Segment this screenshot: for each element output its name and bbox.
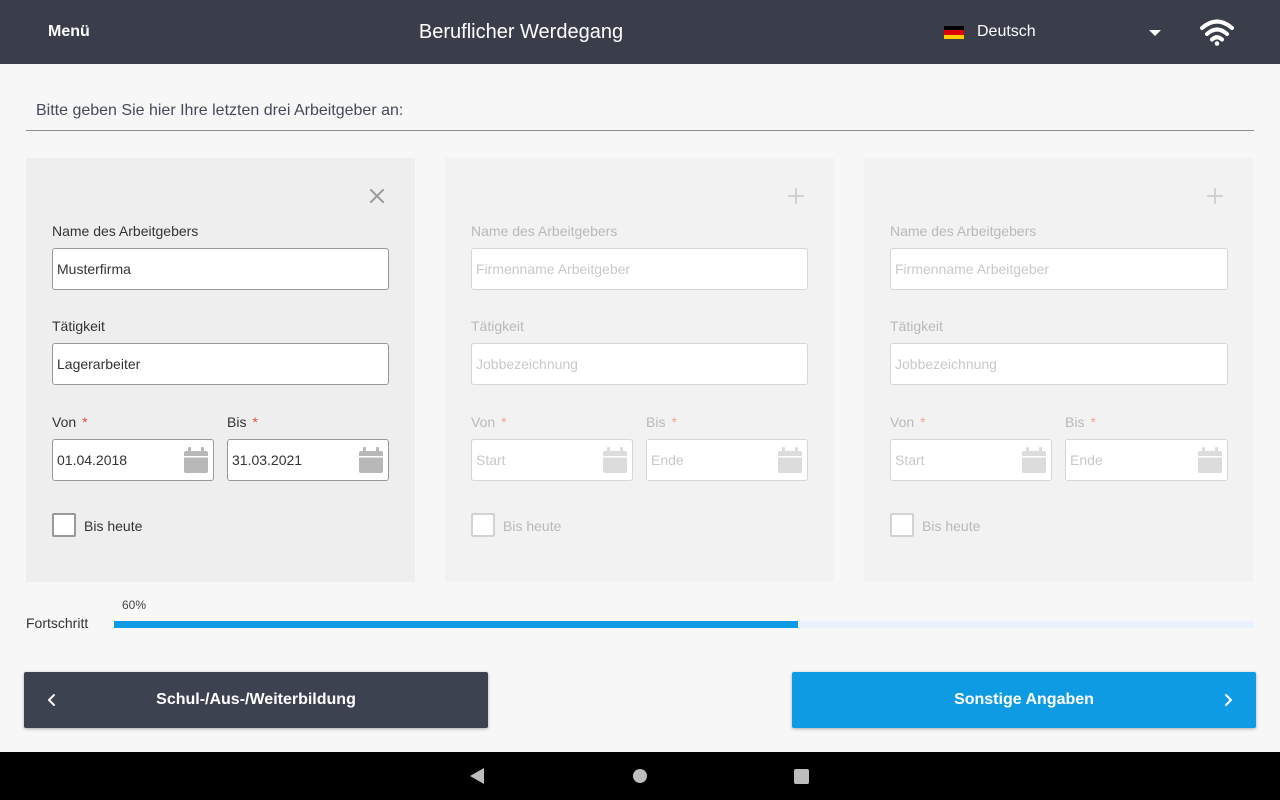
divider: [26, 130, 1254, 131]
required-marker: *: [1090, 414, 1096, 430]
required-marker: *: [82, 414, 88, 430]
back-button-label: Schul-/Aus-/Weiterbildung: [156, 691, 356, 708]
required-marker: *: [501, 414, 507, 430]
wifi-icon: [1200, 19, 1234, 46]
to-date-label: Bis *: [1065, 414, 1096, 430]
job-title-input[interactable]: [890, 343, 1228, 385]
until-today-checkbox[interactable]: [471, 513, 495, 537]
from-date-value: 01.04.2018: [57, 452, 128, 468]
employer-card-3: Name des Arbeitgebers Tätigkeit Von* Sta…: [864, 158, 1253, 582]
calendar-icon[interactable]: [1197, 446, 1223, 474]
to-date-label: Bis *: [646, 414, 677, 430]
to-date-input[interactable]: 31.03.2021: [227, 439, 389, 481]
progress-bar-fill: [114, 621, 798, 628]
system-navigation-bar: [0, 752, 1280, 800]
until-today-checkbox[interactable]: [52, 513, 76, 537]
flag-de-icon: [944, 26, 964, 39]
to-date-input[interactable]: Ende: [1065, 439, 1228, 481]
job-title-label: Tätigkeit: [52, 318, 105, 334]
system-recents-icon[interactable]: [794, 769, 809, 784]
employer-name-label: Name des Arbeitgebers: [890, 223, 1037, 239]
employer-name-label: Name des Arbeitgebers: [52, 223, 199, 239]
until-today-label: Bis heute: [922, 518, 981, 534]
from-date-label: Von *: [471, 414, 507, 430]
back-button[interactable]: Schul-/Aus-/Weiterbildung: [24, 672, 488, 728]
employer-name-input[interactable]: [471, 248, 808, 290]
plus-icon[interactable]: [1203, 184, 1227, 208]
from-date-input[interactable]: Start: [890, 439, 1052, 481]
to-date-placeholder: Ende: [1070, 452, 1103, 468]
employer-name-label: Name des Arbeitgebers: [471, 223, 618, 239]
job-title-label: Tätigkeit: [890, 318, 943, 334]
employer-name-input[interactable]: [890, 248, 1228, 290]
employer-card-1: Name des Arbeitgebers Tätigkeit Von* 01.…: [26, 158, 415, 582]
progress-label: Fortschritt: [26, 615, 89, 631]
until-today-label: Bis heute: [503, 518, 562, 534]
chevron-left-icon: [48, 694, 55, 706]
job-title-input[interactable]: [52, 343, 389, 385]
from-date-input[interactable]: Start: [471, 439, 633, 481]
chevron-right-icon: [1225, 694, 1232, 706]
plus-icon[interactable]: [784, 184, 808, 208]
employer-name-input[interactable]: [52, 248, 389, 290]
to-date-value: 31.03.2021: [232, 452, 303, 468]
system-home-icon[interactable]: [633, 769, 647, 783]
next-button[interactable]: Sonstige Angaben: [792, 672, 1256, 728]
job-title-input[interactable]: [471, 343, 808, 385]
to-date-label: Bis *: [227, 414, 258, 430]
calendar-icon[interactable]: [358, 446, 384, 474]
required-marker: *: [252, 414, 258, 430]
employer-card-2: Name des Arbeitgebers Tätigkeit Von* Sta…: [445, 158, 834, 582]
progress-percent: 60%: [122, 598, 147, 612]
chevron-down-icon: [1149, 30, 1161, 36]
progress-bar: [114, 621, 1254, 628]
app-header: Menü Beruflicher Werdegang Deutsch: [0, 0, 1280, 64]
language-label: Deutsch: [977, 23, 1036, 40]
calendar-icon[interactable]: [183, 446, 209, 474]
required-marker: *: [920, 414, 926, 430]
from-date-placeholder: Start: [476, 452, 506, 468]
calendar-icon[interactable]: [602, 446, 628, 474]
calendar-icon[interactable]: [1021, 446, 1047, 474]
calendar-icon[interactable]: [777, 446, 803, 474]
job-title-label: Tätigkeit: [471, 318, 524, 334]
required-marker: *: [671, 414, 677, 430]
next-button-label: Sonstige Angaben: [954, 691, 1094, 708]
from-date-label: Von *: [52, 414, 88, 430]
to-date-input[interactable]: Ende: [646, 439, 808, 481]
from-date-placeholder: Start: [895, 452, 925, 468]
from-date-input[interactable]: 01.04.2018: [52, 439, 214, 481]
until-today-label: Bis heute: [84, 518, 143, 534]
until-today-checkbox[interactable]: [890, 513, 914, 537]
to-date-placeholder: Ende: [651, 452, 684, 468]
system-back-icon[interactable]: [470, 768, 484, 784]
language-selector[interactable]: Deutsch: [944, 22, 1164, 44]
intro-text: Bitte geben Sie hier Ihre letzten drei A…: [36, 102, 404, 119]
from-date-label: Von *: [890, 414, 926, 430]
close-icon[interactable]: [365, 184, 389, 208]
